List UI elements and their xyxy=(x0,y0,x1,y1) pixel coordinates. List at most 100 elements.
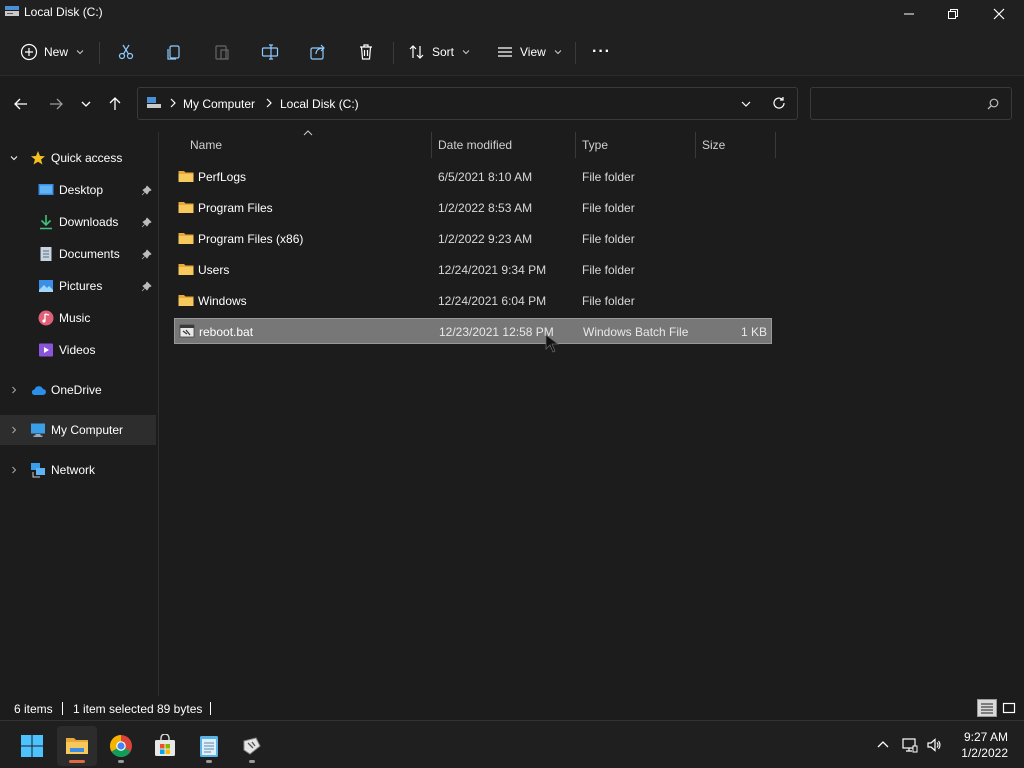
chevron-right-icon xyxy=(12,426,17,434)
chevron-up-icon[interactable] xyxy=(875,737,891,753)
address-bar[interactable]: My Computer Local Disk (C:) xyxy=(137,87,798,120)
file-row-selected[interactable]: reboot.bat 12/23/2021 12:58 PM Windows B… xyxy=(174,318,772,344)
search-icon xyxy=(987,98,999,110)
new-button[interactable]: New xyxy=(20,36,84,68)
sort-icon xyxy=(409,45,424,59)
sidebar-item-desktop[interactable]: Desktop xyxy=(0,175,156,205)
sidebar-item-my-computer[interactable]: My Computer xyxy=(0,415,156,445)
file-row[interactable]: Users 12/24/2021 9:34 PM File folder xyxy=(174,257,772,283)
file-type: File folder xyxy=(582,294,635,308)
rename-button[interactable] xyxy=(261,36,279,68)
sidebar-label: Documents xyxy=(59,247,120,261)
tiles-view-button[interactable] xyxy=(999,699,1019,717)
column-separator[interactable] xyxy=(695,132,696,158)
column-header-type[interactable]: Type xyxy=(582,138,608,160)
pane-divider[interactable] xyxy=(158,132,159,696)
file-name: Users xyxy=(198,263,230,277)
close-button[interactable] xyxy=(976,0,1022,28)
chevron-right-icon xyxy=(12,466,17,474)
system-clock[interactable]: 9:27 AM 1/2/2022 xyxy=(961,729,1008,761)
pin-icon xyxy=(141,184,152,195)
arrow-right-icon xyxy=(50,98,63,110)
share-button[interactable] xyxy=(309,36,327,68)
column-header-size[interactable]: Size xyxy=(702,138,725,160)
copy-button[interactable] xyxy=(165,36,183,68)
sort-button[interactable]: Sort xyxy=(408,36,470,68)
sidebar-item-music[interactable]: Music xyxy=(0,303,156,333)
sidebar-item-network[interactable]: Network xyxy=(0,455,156,485)
app-icon xyxy=(243,737,261,755)
file-type: File folder xyxy=(582,201,635,215)
minimize-button[interactable] xyxy=(886,0,932,28)
taskbar-file-explorer[interactable] xyxy=(57,726,97,766)
recent-locations-button[interactable] xyxy=(74,92,98,116)
column-separator[interactable] xyxy=(575,132,576,158)
column-header-name[interactable]: Name xyxy=(190,138,222,160)
column-separator[interactable] xyxy=(431,132,432,158)
column-header-date[interactable]: Date modified xyxy=(438,138,512,160)
file-row[interactable]: PerfLogs 6/5/2021 8:10 AM File folder xyxy=(174,164,772,190)
taskbar-store[interactable] xyxy=(145,726,185,766)
column-separator[interactable] xyxy=(775,132,776,158)
chevron-down-icon[interactable] xyxy=(740,98,752,110)
taskbar: 9:27 AM 1/2/2022 xyxy=(0,720,1024,768)
folder-icon xyxy=(178,202,194,213)
command-bar: New Sort View ··· xyxy=(0,28,1024,76)
breadcrumb-local-disk[interactable]: Local Disk (C:) xyxy=(280,97,359,111)
file-name: reboot.bat xyxy=(199,325,254,339)
cut-button[interactable] xyxy=(117,36,135,68)
file-row[interactable]: Program Files (x86) 1/2/2022 9:23 AM Fil… xyxy=(174,226,772,252)
taskbar-app[interactable] xyxy=(232,726,272,766)
network-icon xyxy=(31,463,45,478)
refresh-icon[interactable] xyxy=(772,96,786,110)
details-view-button[interactable] xyxy=(977,699,997,717)
sidebar-item-quick-access[interactable]: Quick access xyxy=(0,143,156,173)
sidebar-item-onedrive[interactable]: OneDrive xyxy=(0,375,156,405)
toolbar-divider xyxy=(575,42,576,64)
start-button[interactable] xyxy=(12,726,52,766)
download-icon xyxy=(40,215,52,230)
search-input[interactable] xyxy=(810,87,1012,120)
taskbar-notepad[interactable] xyxy=(189,726,229,766)
view-button[interactable]: View xyxy=(496,36,562,68)
sort-label: Sort xyxy=(432,45,455,59)
file-type: File folder xyxy=(582,170,635,184)
minimize-icon xyxy=(904,13,914,15)
forward-button[interactable] xyxy=(44,92,68,116)
file-date: 6/5/2021 8:10 AM xyxy=(438,170,533,184)
running-indicator xyxy=(118,760,124,763)
windows-logo-icon xyxy=(21,735,43,757)
maximize-button[interactable] xyxy=(930,0,976,28)
network-icon[interactable] xyxy=(902,737,918,753)
copy-icon xyxy=(167,45,180,60)
window-title: Local Disk (C:) xyxy=(24,5,103,19)
computer-icon xyxy=(147,97,161,108)
pin-icon xyxy=(141,248,152,259)
up-button[interactable] xyxy=(103,92,127,116)
taskbar-chrome[interactable] xyxy=(101,726,141,766)
speaker-icon[interactable] xyxy=(926,737,942,753)
sidebar-label: Desktop xyxy=(59,183,104,197)
delete-button[interactable] xyxy=(357,36,375,68)
sidebar-item-documents[interactable]: Documents xyxy=(0,239,156,269)
arrow-up-icon xyxy=(109,97,121,110)
picture-icon xyxy=(39,280,53,292)
sidebar-label: My Computer xyxy=(51,423,124,437)
chevron-down-icon xyxy=(462,50,470,55)
back-button[interactable] xyxy=(9,92,33,116)
sidebar-item-downloads[interactable]: Downloads xyxy=(0,207,156,237)
sidebar-item-videos[interactable]: Videos xyxy=(0,335,156,365)
running-indicator xyxy=(249,760,255,763)
new-label: New xyxy=(44,45,69,59)
sort-ascending-icon xyxy=(303,130,313,136)
more-options-button[interactable]: ··· xyxy=(592,36,611,68)
chevron-right-icon xyxy=(12,386,17,394)
breadcrumb-my-computer[interactable]: My Computer xyxy=(183,97,255,111)
folder-icon xyxy=(178,233,194,244)
sidebar-item-pictures[interactable]: Pictures xyxy=(0,271,156,301)
clock-time: 9:27 AM xyxy=(963,730,1008,744)
file-row[interactable]: Windows 12/24/2021 6:04 PM File folder xyxy=(174,288,772,314)
paste-button[interactable] xyxy=(213,36,231,68)
file-row[interactable]: Program Files 1/2/2022 8:53 AM File fold… xyxy=(174,195,772,221)
paste-icon xyxy=(215,45,229,60)
